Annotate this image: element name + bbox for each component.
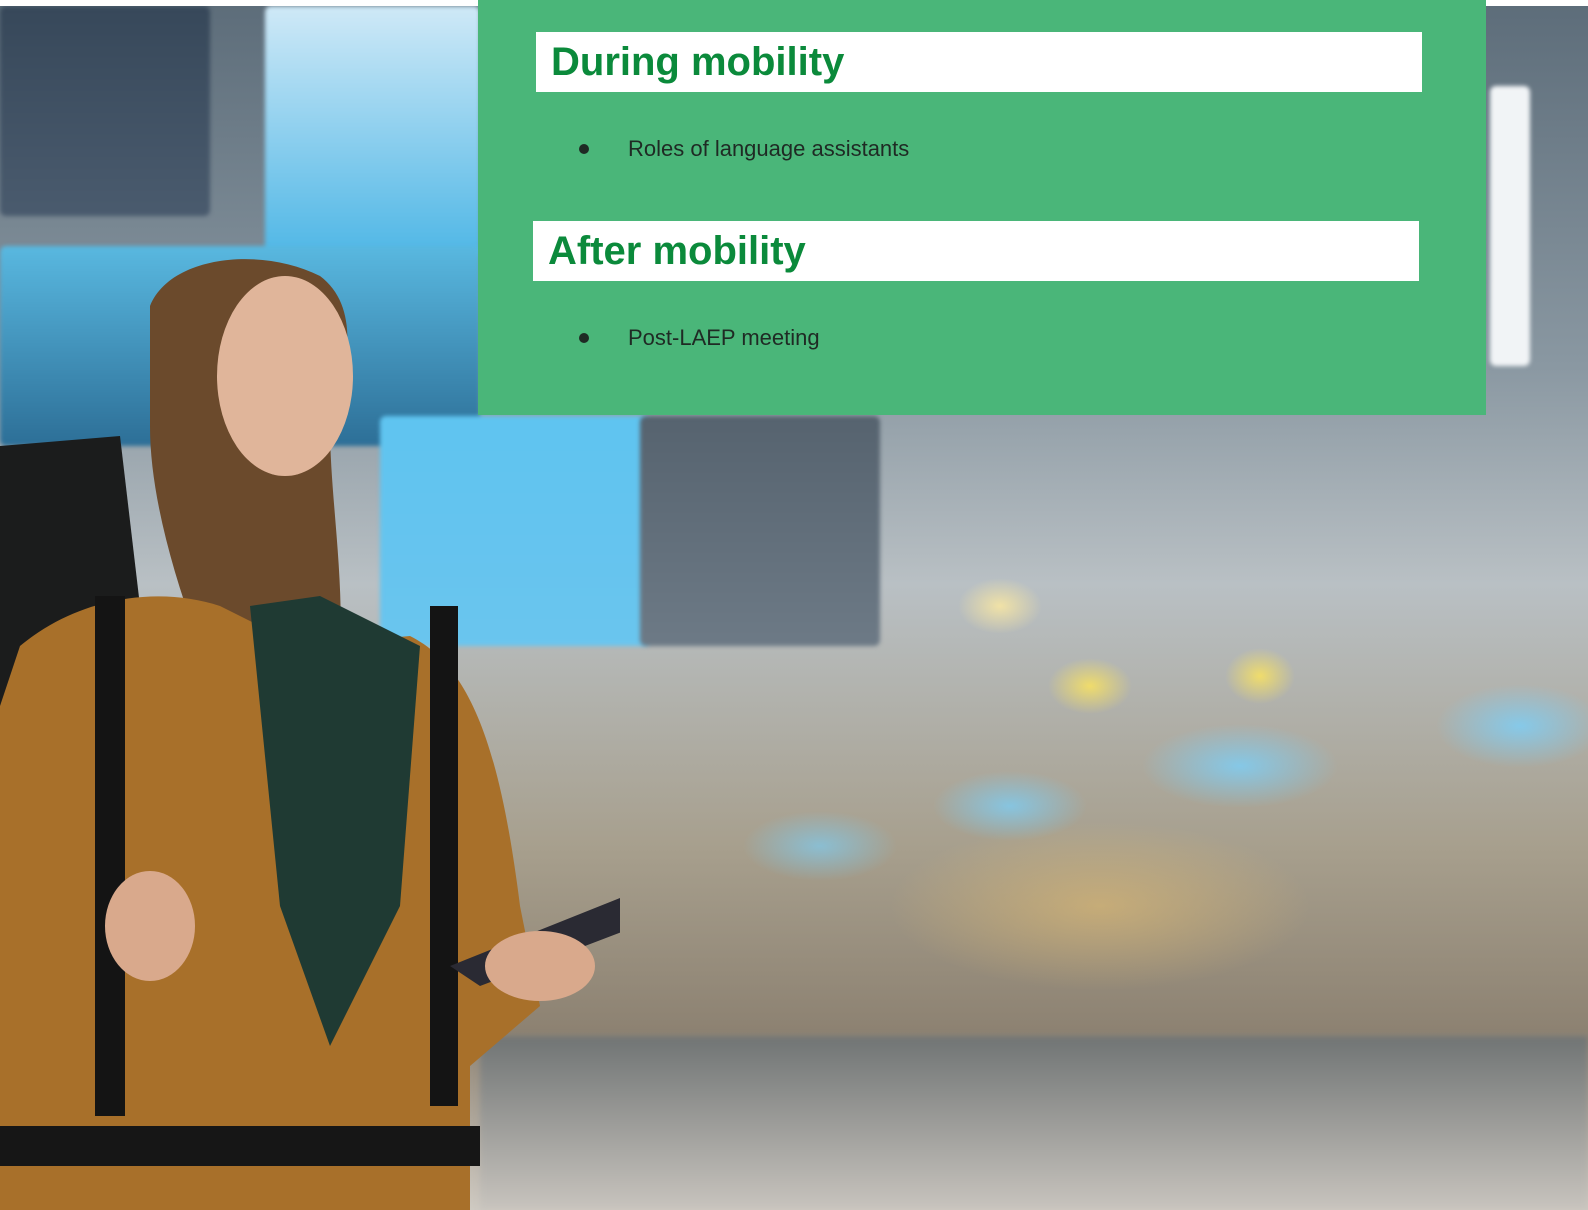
content-panel: During mobility Roles of language assist… bbox=[478, 0, 1486, 415]
bullet-dot-icon bbox=[579, 333, 589, 343]
section-heading-during-text: During mobility bbox=[551, 40, 845, 84]
left-hand bbox=[105, 871, 195, 981]
bullet-item-post-laep: Post-LAEP meeting bbox=[579, 325, 820, 351]
bullet-item-roles: Roles of language assistants bbox=[579, 136, 909, 162]
backpack-strap bbox=[95, 596, 125, 1116]
window-light bbox=[1490, 86, 1530, 366]
section-heading-after-text: After mobility bbox=[548, 229, 806, 273]
backpack-strap bbox=[430, 606, 458, 1106]
bullet-item-post-laep-text: Post-LAEP meeting bbox=[628, 325, 820, 350]
section-heading-during: During mobility bbox=[536, 32, 1422, 92]
terminal-floor bbox=[480, 1036, 1588, 1210]
bullet-item-roles-text: Roles of language assistants bbox=[628, 136, 910, 161]
face bbox=[217, 276, 353, 476]
bullet-dot-icon bbox=[579, 144, 589, 154]
section-heading-after: After mobility bbox=[533, 221, 1419, 281]
slide: During mobility Roles of language assist… bbox=[0, 0, 1588, 1210]
departure-board bbox=[640, 416, 880, 646]
right-hand bbox=[485, 931, 595, 1001]
hip-belt bbox=[0, 1126, 480, 1166]
